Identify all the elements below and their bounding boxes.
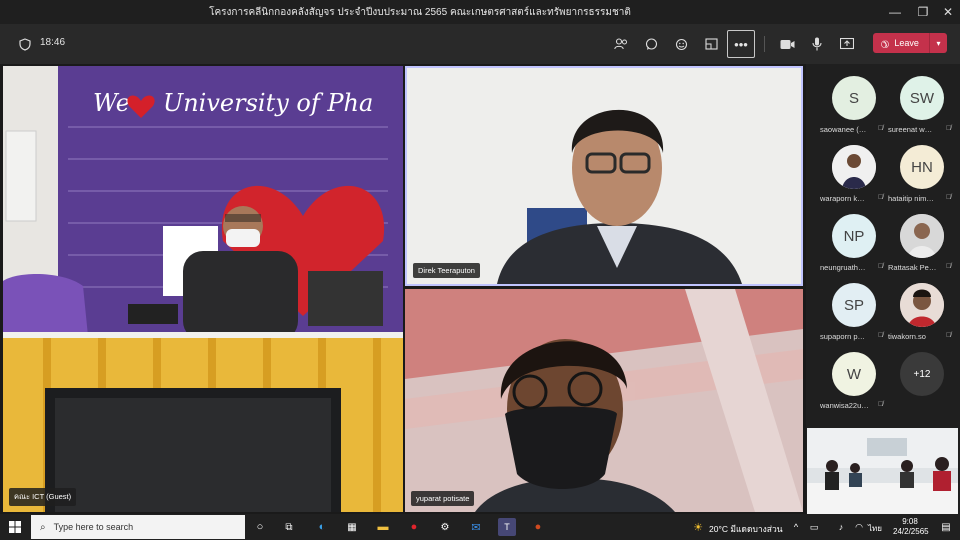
participant-video-frame xyxy=(405,289,803,512)
mic-off-icon: 🎙̸ xyxy=(946,194,952,201)
reactions-icon[interactable] xyxy=(668,32,694,56)
mic-off-icon: 🎙̸ xyxy=(878,263,884,270)
weather-text[interactable]: 20°C มีแดดบางส่วน xyxy=(709,522,783,536)
cortana-icon[interactable]: ○ xyxy=(251,518,269,536)
settings-gear-icon[interactable]: ⚙ xyxy=(436,518,454,536)
shield-icon xyxy=(12,32,38,56)
title-bar: โครงการคลีนิกกองคลังสัญจร ประจำปีงบประมา… xyxy=(0,0,960,24)
video-tile-active-speaker[interactable]: Direk Teeraputon xyxy=(405,66,803,286)
phone-hangup-icon: ✆ xyxy=(877,36,892,50)
mic-off-icon: 🎙̸ xyxy=(946,332,952,339)
microphone-icon[interactable] xyxy=(804,32,830,56)
chat-icon[interactable] xyxy=(638,32,664,56)
wifi-icon[interactable]: ◠ xyxy=(850,518,868,536)
mic-off-icon: 🎙̸ xyxy=(878,332,884,339)
participant-roster: S saowanee (… 🎙̸ SW sureenat w… 🎙̸ warap… xyxy=(806,64,960,514)
avatar: W xyxy=(832,352,876,396)
participant-name-tag: Direk Teeraputon xyxy=(413,263,480,278)
toolbar-divider xyxy=(764,36,765,52)
roster-item[interactable]: HN hataitip nim… 🎙̸ xyxy=(884,133,954,203)
opera-icon[interactable]: ● xyxy=(405,518,423,536)
powerpoint-icon[interactable]: ● xyxy=(529,518,547,536)
svg-text:University of Pha: University of Pha xyxy=(163,89,373,117)
roster-item[interactable]: SP supaporn p… 🎙̸ xyxy=(816,271,886,341)
self-view-frame xyxy=(807,428,958,514)
more-participants-button[interactable]: +12 xyxy=(884,340,954,406)
mic-off-icon: 🎙̸ xyxy=(946,263,952,270)
avatar-photo xyxy=(832,145,876,189)
participants-icon[interactable] xyxy=(608,32,634,56)
language-indicator[interactable]: ไทย xyxy=(868,522,882,535)
chevron-down-icon[interactable]: ▾ xyxy=(929,33,947,53)
avatar: NP xyxy=(832,214,876,258)
edge-icon[interactable]: ◐ xyxy=(313,518,331,536)
mic-off-icon: 🎙̸ xyxy=(878,125,884,132)
avatar: S xyxy=(832,76,876,120)
mail-icon[interactable]: ✉ xyxy=(467,518,485,536)
window-title: โครงการคลีนิกกองคลังสัญจร ประจำปีงบประมา… xyxy=(209,7,631,18)
mic-off-icon: 🎙̸ xyxy=(878,194,884,201)
roster-item[interactable]: waraporn k… 🎙̸ xyxy=(816,133,886,203)
roster-item[interactable]: S saowanee (… 🎙̸ xyxy=(816,64,886,134)
video-tile-room[interactable]: We University of Pha คณะ ICT (Guest) xyxy=(3,66,403,512)
meeting-timer: 18:46 xyxy=(40,37,66,48)
taskbar-search-box[interactable]: ⌕ Type here to search xyxy=(31,515,245,539)
network-icon[interactable]: ▭ xyxy=(805,518,823,536)
rooms-icon[interactable] xyxy=(698,32,724,56)
close-icon[interactable]: ✕ xyxy=(933,0,960,24)
mic-off-icon: 🎙̸ xyxy=(946,125,952,132)
roster-item[interactable]: Rattasak Pe… 🎙̸ xyxy=(884,202,954,272)
overflow-count: +12 xyxy=(900,352,944,396)
roster-item[interactable]: NP neungruath… 🎙̸ xyxy=(816,202,886,272)
speaker-video-frame xyxy=(407,68,801,284)
avatar: SW xyxy=(900,76,944,120)
mic-off-icon: 🎙̸ xyxy=(878,401,884,408)
volume-icon[interactable]: ♪ xyxy=(832,518,850,536)
roster-name: wanwisa22u… xyxy=(820,401,869,410)
participant-name-tag: คณะ ICT (Guest) xyxy=(9,488,77,506)
store-icon[interactable]: ▦ xyxy=(343,518,361,536)
leave-button[interactable]: ✆ Leave ▾ xyxy=(873,33,947,53)
windows-taskbar: ⌕ Type here to search ○ ⧉ ◐ ▦ ▬ ● ⚙ ✉ T … xyxy=(0,514,960,540)
more-actions-button[interactable]: ••• xyxy=(727,30,755,58)
avatar-photo xyxy=(900,214,944,258)
svg-text:We: We xyxy=(93,89,130,117)
room-video-frame: We University of Pha xyxy=(3,66,403,512)
avatar-photo xyxy=(900,283,944,327)
roster-item[interactable]: W wanwisa22u… 🎙̸ xyxy=(816,340,886,410)
participant-name-tag: yuparat potisate xyxy=(411,491,475,506)
file-explorer-icon[interactable]: ▬ xyxy=(374,518,392,536)
avatar: HN xyxy=(900,145,944,189)
roster-item[interactable]: SW sureenat w… 🎙̸ xyxy=(884,64,954,134)
notification-icon[interactable]: ▤ xyxy=(937,518,955,536)
clock-time: 9:08 xyxy=(902,517,918,526)
clock[interactable]: 9:08 24/2/2565 xyxy=(893,517,929,537)
task-view-icon[interactable]: ⧉ xyxy=(280,518,298,536)
teams-icon[interactable]: T xyxy=(498,518,516,536)
camera-icon[interactable] xyxy=(774,32,800,56)
windows-start-icon[interactable] xyxy=(6,518,24,536)
leave-label: Leave xyxy=(894,38,919,48)
video-stage: We University of Pha คณะ ICT (Guest) Dir… xyxy=(0,64,806,514)
minimize-icon[interactable]: — xyxy=(880,0,910,24)
search-placeholder: Type here to search xyxy=(53,522,134,532)
self-view-video[interactable] xyxy=(807,428,958,514)
video-tile-participant[interactable]: yuparat potisate xyxy=(405,289,803,512)
meeting-toolbar: 18:46 ••• xyxy=(0,24,960,64)
weather-icon: ☀ xyxy=(693,521,703,534)
share-screen-icon[interactable] xyxy=(834,32,860,56)
chevron-up-icon[interactable]: ^ xyxy=(787,518,805,536)
avatar: SP xyxy=(832,283,876,327)
clock-date: 24/2/2565 xyxy=(893,527,929,536)
search-icon: ⌕ xyxy=(40,521,46,533)
roster-item[interactable]: tiwakorn.so 🎙̸ xyxy=(884,271,954,341)
